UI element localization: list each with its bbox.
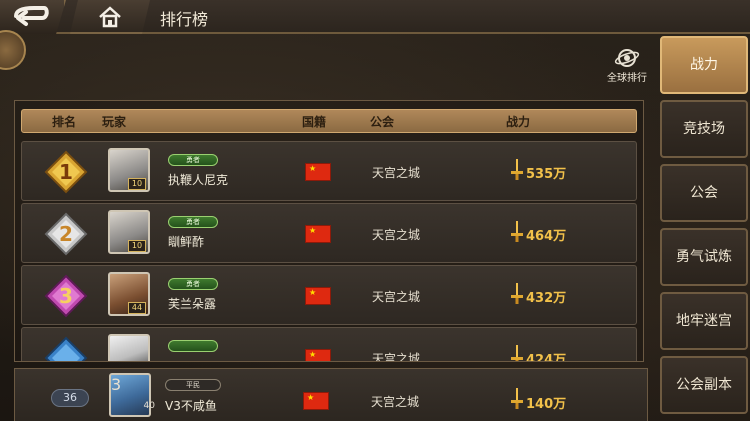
column-guild: 公会 <box>370 115 395 129</box>
china-flag-icon: ★ <box>305 349 331 361</box>
ranking-table[interactable]: 排名 玩家 国籍 公会 战力 1 10 勇者 执鞭人尼克 ★ 天宫之城 535万… <box>14 100 644 362</box>
sword-icon <box>511 221 523 242</box>
corner-emblem-icon <box>0 30 26 70</box>
avatar[interactable]: 44 <box>108 272 150 316</box>
status-badge: 勇者 <box>168 216 218 228</box>
back-arrow-icon <box>14 6 49 26</box>
player-name: 执鞭人尼克 <box>168 173 229 187</box>
sword-icon <box>511 283 523 304</box>
power-value: 535万 <box>526 167 567 182</box>
level-badge: 44 <box>128 302 146 314</box>
rank-silver-badge-icon: 2 <box>44 212 88 256</box>
rank-number: 2 <box>59 222 73 246</box>
status-badge: 勇者 <box>168 154 218 166</box>
rank-bronze-badge-icon: 3 <box>44 274 88 318</box>
rank-number: 3 <box>59 284 73 308</box>
sword-icon <box>511 388 523 409</box>
player-name: 芙兰朵露 <box>168 297 217 311</box>
status-badge: 勇者 <box>168 278 218 290</box>
back-button[interactable] <box>0 0 66 34</box>
my-level-badge: 3 <box>111 375 122 394</box>
my-status-badge: 平民 <box>165 379 221 391</box>
tab-guild-dungeon[interactable]: 公会副本 <box>660 356 748 414</box>
my-rank-row[interactable]: 36 3 40 平民 V3不咸鱼 ★ 天宫之城 140万 <box>14 368 648 421</box>
china-flag-icon: ★ <box>305 225 331 243</box>
table-row[interactable]: 1 10 勇者 执鞭人尼克 ★ 天宫之城 535万 <box>21 141 637 201</box>
global-rank-label: 全球排行 <box>607 73 647 84</box>
rank-number: 1 <box>59 160 73 184</box>
power-value: 432万 <box>526 291 567 306</box>
tab-power[interactable]: 战力 <box>660 36 748 94</box>
tab-dungeon-maze[interactable]: 地牢迷宫 <box>660 292 748 350</box>
avatar[interactable] <box>108 334 150 361</box>
my-rank-number: 36 <box>51 389 89 407</box>
avatar[interactable]: 10 <box>108 148 150 192</box>
rank-blue-badge-icon <box>44 336 88 361</box>
sword-icon <box>511 159 523 180</box>
level-badge: 10 <box>128 240 146 252</box>
table-row[interactable]: 2 10 勇者 瞓鲆酢 ★ 天宫之城 464万 <box>21 203 637 263</box>
my-level-right: 40 <box>143 401 155 411</box>
column-power: 战力 <box>506 115 531 129</box>
my-player-name: V3不咸鱼 <box>165 399 217 413</box>
my-guild-name: 天宫之城 <box>371 395 420 409</box>
china-flag-icon: ★ <box>303 392 329 410</box>
column-rank: 排名 <box>52 115 77 129</box>
globe-icon <box>614 49 640 67</box>
table-row[interactable]: 3 44 勇者 芙兰朵露 ★ 天宫之城 432万 <box>21 265 637 325</box>
guild-name: 天宫之城 <box>372 166 421 180</box>
home-button[interactable] <box>70 0 150 34</box>
china-flag-icon: ★ <box>305 287 331 305</box>
level-badge: 10 <box>128 178 146 190</box>
china-flag-icon: ★ <box>305 163 331 181</box>
home-icon <box>99 6 121 28</box>
leaderboard-screen: 排行榜 全球排行 排名 玩家 国籍 公会 战力 1 10 勇者 执鞭人尼克 ★ … <box>0 0 750 421</box>
tab-guild[interactable]: 公会 <box>660 164 748 222</box>
column-player: 玩家 <box>102 115 127 129</box>
tab-arena[interactable]: 竞技场 <box>660 100 748 158</box>
power-value: 464万 <box>526 229 567 244</box>
top-bar: 排行榜 <box>0 0 750 34</box>
status-badge <box>168 340 218 352</box>
guild-name: 天宫之城 <box>372 290 421 304</box>
page-title: 排行榜 <box>160 10 209 29</box>
rank-gold-badge-icon: 1 <box>44 150 88 194</box>
my-power-value: 140万 <box>526 397 567 412</box>
sword-icon <box>511 345 523 361</box>
column-nation: 国籍 <box>302 115 327 129</box>
guild-name: 天宫之城 <box>372 228 421 242</box>
guild-name: 天宫之城 <box>372 352 421 362</box>
avatar[interactable]: 10 <box>108 210 150 254</box>
power-value: 424万 <box>526 353 567 362</box>
global-rank-button[interactable]: 全球排行 <box>602 48 652 84</box>
table-row[interactable]: ★ 天宫之城 424万 <box>21 327 637 362</box>
my-avatar[interactable]: 3 40 <box>109 373 155 417</box>
table-header: 排名 玩家 国籍 公会 战力 <box>21 109 637 133</box>
player-name: 瞓鲆酢 <box>168 235 205 249</box>
tab-courage-trial[interactable]: 勇气试炼 <box>660 228 748 286</box>
